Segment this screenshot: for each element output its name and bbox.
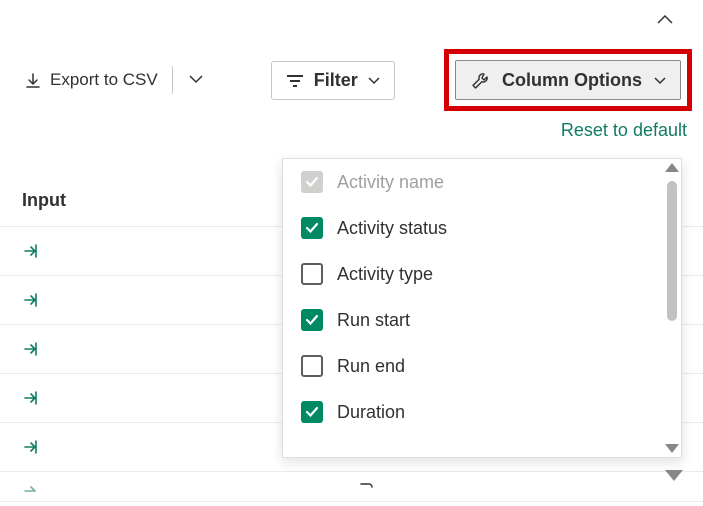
column-option-label: Activity type [337, 264, 433, 285]
input-icon [22, 389, 42, 406]
checkbox-checked-icon[interactable] [301, 401, 323, 423]
scroll-up-arrow-icon[interactable] [665, 163, 679, 172]
dropdown-scrollbar [665, 163, 679, 453]
toolbar: Export to CSV Filter Column Options [18, 55, 688, 105]
column-option-activity-type[interactable]: Activity type [283, 251, 681, 297]
reset-to-default-link[interactable]: Reset to default [561, 120, 687, 141]
input-icon [22, 438, 42, 455]
download-icon [24, 70, 42, 90]
checkbox-checked-icon[interactable] [301, 309, 323, 331]
column-option-label: Run start [337, 310, 410, 331]
column-option-run-start[interactable]: Run start [283, 297, 681, 343]
table-row[interactable] [0, 472, 703, 502]
checkbox-checked-icon[interactable] [301, 217, 323, 239]
column-options-button[interactable]: Column Options [455, 60, 681, 99]
export-csv-button[interactable]: Export to CSV [18, 64, 164, 96]
export-csv-label: Export to CSV [50, 70, 158, 90]
filter-button[interactable]: Filter [271, 61, 395, 100]
scroll-thumb[interactable] [667, 181, 677, 321]
input-icon [22, 291, 42, 308]
output-icon [355, 479, 375, 497]
column-options-highlight: Column Options [444, 49, 692, 110]
chevron-down-icon [368, 70, 380, 91]
filter-label: Filter [314, 70, 358, 91]
collapse-chevron-up-icon[interactable] [657, 10, 673, 27]
chevron-down-icon [654, 70, 666, 91]
wrench-icon [470, 69, 490, 90]
filter-icon [286, 70, 304, 91]
input-icon [22, 242, 42, 259]
column-option-label: Activity name [337, 172, 444, 193]
column-option-duration[interactable]: Duration [283, 389, 681, 435]
column-option-activity-status[interactable]: Activity status [283, 205, 681, 251]
checkbox-disabled-icon [301, 171, 323, 193]
column-options-dropdown: Activity name Activity status Activity t… [282, 158, 682, 458]
input-icon [22, 340, 42, 357]
divider [172, 66, 173, 94]
scroll-down-arrow-icon[interactable] [665, 444, 679, 453]
input-icon [22, 478, 42, 495]
column-option-label: Run end [337, 356, 405, 377]
page-scroll-down-arrow-icon[interactable] [665, 470, 683, 481]
column-option-run-end[interactable]: Run end [283, 343, 681, 389]
column-option-label: Activity status [337, 218, 447, 239]
checkbox-unchecked-icon[interactable] [301, 355, 323, 377]
column-options-label: Column Options [502, 70, 642, 91]
column-option-label: Duration [337, 402, 405, 423]
checkbox-unchecked-icon[interactable] [301, 263, 323, 285]
export-dropdown-chevron[interactable] [181, 65, 211, 95]
column-option-activity-name: Activity name [283, 159, 681, 205]
